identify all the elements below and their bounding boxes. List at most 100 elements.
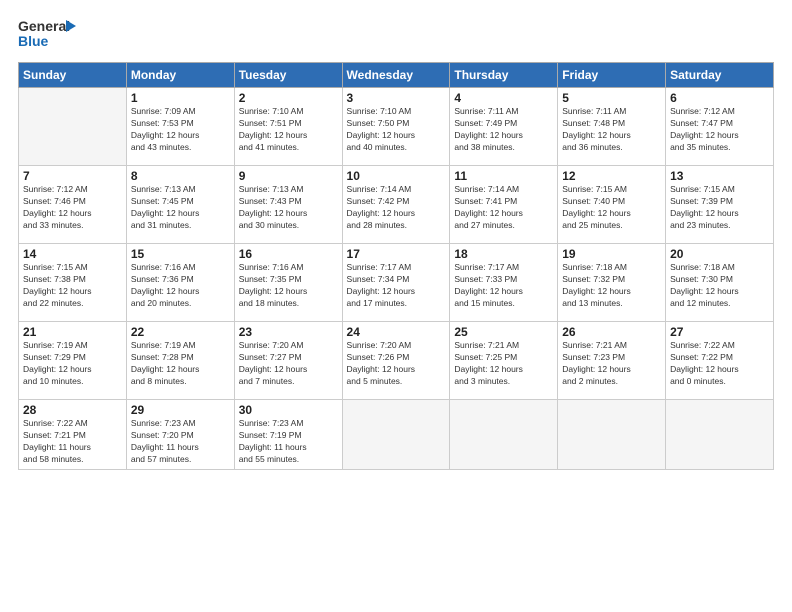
day-info: Sunrise: 7:13 AM Sunset: 7:43 PM Dayligh… [239, 184, 338, 232]
calendar-cell: 24Sunrise: 7:20 AM Sunset: 7:26 PM Dayli… [342, 322, 450, 400]
day-info: Sunrise: 7:13 AM Sunset: 7:45 PM Dayligh… [131, 184, 230, 232]
calendar-cell: 5Sunrise: 7:11 AM Sunset: 7:48 PM Daylig… [558, 88, 666, 166]
day-info: Sunrise: 7:20 AM Sunset: 7:26 PM Dayligh… [347, 340, 446, 388]
calendar-cell: 9Sunrise: 7:13 AM Sunset: 7:43 PM Daylig… [234, 166, 342, 244]
weekday-header-saturday: Saturday [666, 63, 774, 88]
day-info: Sunrise: 7:10 AM Sunset: 7:51 PM Dayligh… [239, 106, 338, 154]
calendar-header-row: SundayMondayTuesdayWednesdayThursdayFrid… [19, 63, 774, 88]
calendar-cell: 1Sunrise: 7:09 AM Sunset: 7:53 PM Daylig… [126, 88, 234, 166]
day-number: 20 [670, 247, 769, 261]
day-info: Sunrise: 7:18 AM Sunset: 7:30 PM Dayligh… [670, 262, 769, 310]
day-number: 15 [131, 247, 230, 261]
day-number: 23 [239, 325, 338, 339]
calendar-cell: 22Sunrise: 7:19 AM Sunset: 7:28 PM Dayli… [126, 322, 234, 400]
calendar-cell: 20Sunrise: 7:18 AM Sunset: 7:30 PM Dayli… [666, 244, 774, 322]
day-number: 27 [670, 325, 769, 339]
day-number: 5 [562, 91, 661, 105]
day-info: Sunrise: 7:10 AM Sunset: 7:50 PM Dayligh… [347, 106, 446, 154]
calendar-cell: 3Sunrise: 7:10 AM Sunset: 7:50 PM Daylig… [342, 88, 450, 166]
calendar-cell [19, 88, 127, 166]
calendar-cell: 18Sunrise: 7:17 AM Sunset: 7:33 PM Dayli… [450, 244, 558, 322]
calendar-cell: 26Sunrise: 7:21 AM Sunset: 7:23 PM Dayli… [558, 322, 666, 400]
day-number: 2 [239, 91, 338, 105]
calendar-cell: 15Sunrise: 7:16 AM Sunset: 7:36 PM Dayli… [126, 244, 234, 322]
day-number: 9 [239, 169, 338, 183]
day-info: Sunrise: 7:14 AM Sunset: 7:41 PM Dayligh… [454, 184, 553, 232]
weekday-header-sunday: Sunday [19, 63, 127, 88]
weekday-header-wednesday: Wednesday [342, 63, 450, 88]
logo-svg: GeneralBlue [18, 16, 78, 52]
day-info: Sunrise: 7:19 AM Sunset: 7:28 PM Dayligh… [131, 340, 230, 388]
day-info: Sunrise: 7:15 AM Sunset: 7:38 PM Dayligh… [23, 262, 122, 310]
day-info: Sunrise: 7:11 AM Sunset: 7:48 PM Dayligh… [562, 106, 661, 154]
calendar-cell: 6Sunrise: 7:12 AM Sunset: 7:47 PM Daylig… [666, 88, 774, 166]
calendar-body: 1Sunrise: 7:09 AM Sunset: 7:53 PM Daylig… [19, 88, 774, 470]
day-info: Sunrise: 7:09 AM Sunset: 7:53 PM Dayligh… [131, 106, 230, 154]
calendar-week-row: 7Sunrise: 7:12 AM Sunset: 7:46 PM Daylig… [19, 166, 774, 244]
calendar-cell: 30Sunrise: 7:23 AM Sunset: 7:19 PM Dayli… [234, 400, 342, 470]
calendar-cell [558, 400, 666, 470]
day-number: 10 [347, 169, 446, 183]
calendar-cell: 23Sunrise: 7:20 AM Sunset: 7:27 PM Dayli… [234, 322, 342, 400]
calendar-cell: 16Sunrise: 7:16 AM Sunset: 7:35 PM Dayli… [234, 244, 342, 322]
day-number: 30 [239, 403, 338, 417]
day-number: 28 [23, 403, 122, 417]
calendar-cell: 17Sunrise: 7:17 AM Sunset: 7:34 PM Dayli… [342, 244, 450, 322]
page: GeneralBlue SundayMondayTuesdayWednesday… [0, 0, 792, 612]
day-info: Sunrise: 7:20 AM Sunset: 7:27 PM Dayligh… [239, 340, 338, 388]
calendar-cell: 29Sunrise: 7:23 AM Sunset: 7:20 PM Dayli… [126, 400, 234, 470]
calendar-week-row: 21Sunrise: 7:19 AM Sunset: 7:29 PM Dayli… [19, 322, 774, 400]
day-info: Sunrise: 7:23 AM Sunset: 7:20 PM Dayligh… [131, 418, 230, 466]
day-number: 8 [131, 169, 230, 183]
day-number: 11 [454, 169, 553, 183]
day-info: Sunrise: 7:15 AM Sunset: 7:40 PM Dayligh… [562, 184, 661, 232]
day-number: 7 [23, 169, 122, 183]
day-info: Sunrise: 7:21 AM Sunset: 7:23 PM Dayligh… [562, 340, 661, 388]
calendar-week-row: 14Sunrise: 7:15 AM Sunset: 7:38 PM Dayli… [19, 244, 774, 322]
day-info: Sunrise: 7:18 AM Sunset: 7:32 PM Dayligh… [562, 262, 661, 310]
calendar-cell: 13Sunrise: 7:15 AM Sunset: 7:39 PM Dayli… [666, 166, 774, 244]
day-info: Sunrise: 7:11 AM Sunset: 7:49 PM Dayligh… [454, 106, 553, 154]
svg-text:Blue: Blue [18, 33, 49, 49]
day-info: Sunrise: 7:12 AM Sunset: 7:47 PM Dayligh… [670, 106, 769, 154]
top-section: GeneralBlue [18, 16, 774, 52]
day-number: 12 [562, 169, 661, 183]
calendar-cell: 4Sunrise: 7:11 AM Sunset: 7:49 PM Daylig… [450, 88, 558, 166]
day-number: 1 [131, 91, 230, 105]
day-info: Sunrise: 7:16 AM Sunset: 7:36 PM Dayligh… [131, 262, 230, 310]
day-number: 6 [670, 91, 769, 105]
weekday-header-thursday: Thursday [450, 63, 558, 88]
day-number: 22 [131, 325, 230, 339]
calendar-week-row: 1Sunrise: 7:09 AM Sunset: 7:53 PM Daylig… [19, 88, 774, 166]
day-number: 13 [670, 169, 769, 183]
calendar-cell [450, 400, 558, 470]
day-number: 3 [347, 91, 446, 105]
calendar-cell: 8Sunrise: 7:13 AM Sunset: 7:45 PM Daylig… [126, 166, 234, 244]
day-info: Sunrise: 7:14 AM Sunset: 7:42 PM Dayligh… [347, 184, 446, 232]
day-info: Sunrise: 7:21 AM Sunset: 7:25 PM Dayligh… [454, 340, 553, 388]
day-info: Sunrise: 7:15 AM Sunset: 7:39 PM Dayligh… [670, 184, 769, 232]
day-number: 4 [454, 91, 553, 105]
calendar-cell: 11Sunrise: 7:14 AM Sunset: 7:41 PM Dayli… [450, 166, 558, 244]
day-info: Sunrise: 7:19 AM Sunset: 7:29 PM Dayligh… [23, 340, 122, 388]
day-number: 25 [454, 325, 553, 339]
day-number: 19 [562, 247, 661, 261]
day-info: Sunrise: 7:17 AM Sunset: 7:33 PM Dayligh… [454, 262, 553, 310]
logo: GeneralBlue [18, 16, 78, 52]
calendar-cell: 27Sunrise: 7:22 AM Sunset: 7:22 PM Dayli… [666, 322, 774, 400]
day-number: 18 [454, 247, 553, 261]
day-number: 16 [239, 247, 338, 261]
calendar-cell: 7Sunrise: 7:12 AM Sunset: 7:46 PM Daylig… [19, 166, 127, 244]
calendar-cell [666, 400, 774, 470]
day-info: Sunrise: 7:17 AM Sunset: 7:34 PM Dayligh… [347, 262, 446, 310]
weekday-header-monday: Monday [126, 63, 234, 88]
day-info: Sunrise: 7:16 AM Sunset: 7:35 PM Dayligh… [239, 262, 338, 310]
day-info: Sunrise: 7:22 AM Sunset: 7:21 PM Dayligh… [23, 418, 122, 466]
calendar-cell: 2Sunrise: 7:10 AM Sunset: 7:51 PM Daylig… [234, 88, 342, 166]
calendar-cell: 25Sunrise: 7:21 AM Sunset: 7:25 PM Dayli… [450, 322, 558, 400]
calendar-cell: 12Sunrise: 7:15 AM Sunset: 7:40 PM Dayli… [558, 166, 666, 244]
calendar-cell: 28Sunrise: 7:22 AM Sunset: 7:21 PM Dayli… [19, 400, 127, 470]
day-number: 29 [131, 403, 230, 417]
day-number: 14 [23, 247, 122, 261]
day-info: Sunrise: 7:22 AM Sunset: 7:22 PM Dayligh… [670, 340, 769, 388]
